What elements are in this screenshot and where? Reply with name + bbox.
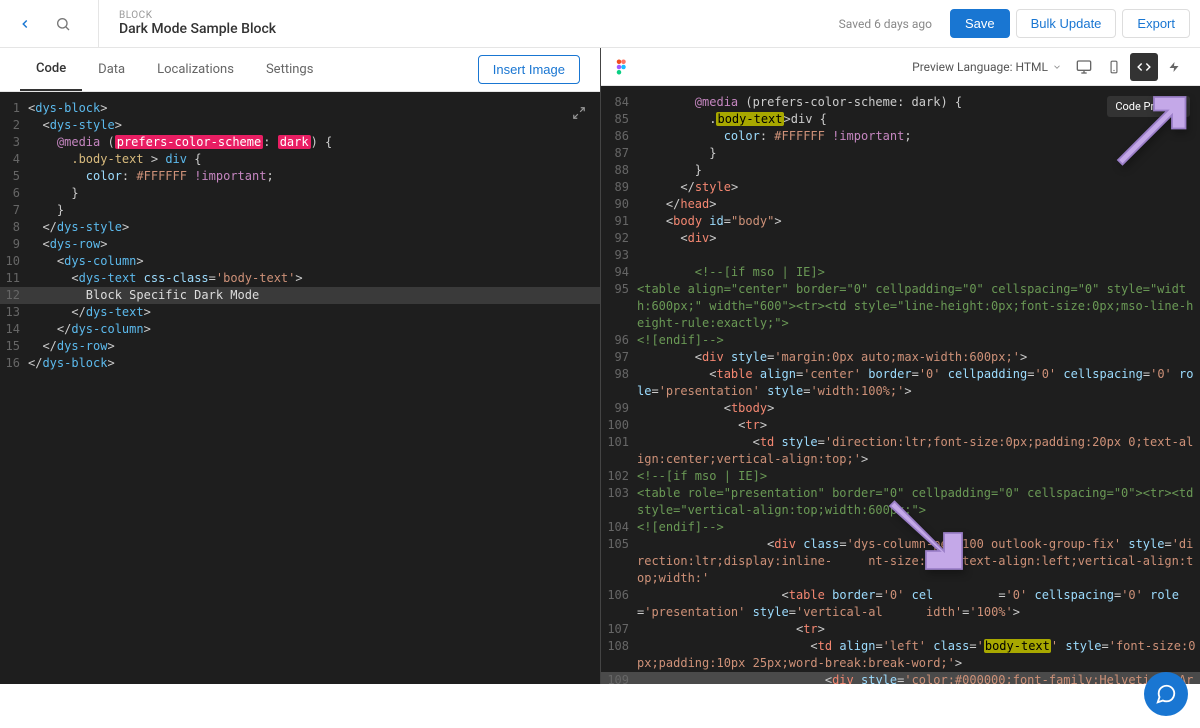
- meta-label: BLOCK: [119, 10, 276, 21]
- code-line[interactable]: 89 </style>: [601, 179, 1200, 196]
- mobile-preview-icon[interactable]: [1100, 53, 1128, 81]
- code-line[interactable]: 1<dys-block>: [0, 100, 600, 117]
- tab-code[interactable]: Code: [20, 48, 82, 91]
- code-line[interactable]: 98 <table align='center' border='0' cell…: [601, 366, 1200, 400]
- header: BLOCK Dark Mode Sample Block Saved 6 day…: [0, 0, 1200, 48]
- left-tabs: Code Data Localizations Settings Insert …: [0, 48, 600, 92]
- saved-text: Saved 6 days ago: [839, 17, 932, 31]
- device-icons: [1070, 53, 1188, 81]
- code-line[interactable]: 11 <dys-text css-class='body-text'>: [0, 270, 600, 287]
- tab-settings[interactable]: Settings: [250, 48, 329, 91]
- code-line[interactable]: 102<!--[if mso | IE]>: [601, 468, 1200, 485]
- main: Code Data Localizations Settings Insert …: [0, 48, 1200, 684]
- code-line[interactable]: 7 }: [0, 202, 600, 219]
- annotation-cursor-top: [1100, 88, 1190, 178]
- code-line[interactable]: 99 <tbody>: [601, 400, 1200, 417]
- code-line[interactable]: 15 </dys-row>: [0, 338, 600, 355]
- insert-image-button[interactable]: Insert Image: [478, 55, 580, 84]
- code-line[interactable]: 94 <!--[if mso | IE]>: [601, 264, 1200, 281]
- tab-data[interactable]: Data: [82, 48, 141, 91]
- back-button[interactable]: [10, 9, 40, 39]
- tab-localizations[interactable]: Localizations: [141, 48, 250, 91]
- figma-icon[interactable]: [613, 58, 631, 76]
- code-line[interactable]: 4 .body-text > div {: [0, 151, 600, 168]
- left-panel: Code Data Localizations Settings Insert …: [0, 48, 600, 684]
- code-line[interactable]: 13 </dys-text>: [0, 304, 600, 321]
- preview-language-label: Preview Language: HTML: [912, 60, 1048, 74]
- code-line[interactable]: 95<table align="center" border="0" cellp…: [601, 281, 1200, 332]
- code-line[interactable]: 10 <dys-column>: [0, 253, 600, 270]
- expand-icon[interactable]: [572, 106, 586, 124]
- code-line[interactable]: 90 </head>: [601, 196, 1200, 213]
- desktop-preview-icon[interactable]: [1070, 53, 1098, 81]
- preview-language-select[interactable]: Preview Language: HTML: [912, 60, 1062, 74]
- title-area: BLOCK Dark Mode Sample Block: [98, 0, 276, 47]
- code-line[interactable]: 109 <div style='color:#000000;font-famil…: [601, 672, 1200, 684]
- save-button[interactable]: Save: [950, 9, 1010, 38]
- code-line[interactable]: 107 <tr>: [601, 621, 1200, 638]
- block-title: Dark Mode Sample Block: [119, 21, 276, 37]
- code-line[interactable]: 2 <dys-style>: [0, 117, 600, 134]
- chat-bubble[interactable]: [1144, 672, 1188, 716]
- code-line[interactable]: 100 <tr>: [601, 417, 1200, 434]
- code-line[interactable]: 3 @media (prefers-color-scheme: dark) {: [0, 134, 600, 151]
- export-button[interactable]: Export: [1122, 9, 1190, 38]
- code-line[interactable]: 5 color: #FFFFFF !important;: [0, 168, 600, 185]
- search-button[interactable]: [48, 9, 78, 39]
- code-line[interactable]: 108 <td align='left' class='body-text' s…: [601, 638, 1200, 672]
- code-line[interactable]: 97 <div style='margin:0px auto;max-width…: [601, 349, 1200, 366]
- code-line[interactable]: 92 <div>: [601, 230, 1200, 247]
- code-line[interactable]: 8 </dys-style>: [0, 219, 600, 236]
- chevron-down-icon: [1052, 62, 1062, 72]
- right-panel: Preview Language: HTML Code Preview 84: [600, 48, 1200, 684]
- right-toolbar: Preview Language: HTML: [601, 48, 1200, 86]
- code-line[interactable]: 93: [601, 247, 1200, 264]
- left-code-editor[interactable]: 1<dys-block>2 <dys-style>3 @media (prefe…: [0, 92, 600, 372]
- annotation-cursor-bottom: [881, 488, 971, 578]
- lightning-icon[interactable]: [1160, 53, 1188, 81]
- code-line[interactable]: 16</dys-block>: [0, 355, 600, 372]
- code-line[interactable]: 91 <body id="body">: [601, 213, 1200, 230]
- code-line[interactable]: 6 }: [0, 185, 600, 202]
- code-line[interactable]: 106 <table border='0' cel ='0' cellspaci…: [601, 587, 1200, 621]
- bulk-update-button[interactable]: Bulk Update: [1016, 9, 1117, 38]
- code-line[interactable]: 14 </dys-column>: [0, 321, 600, 338]
- code-line[interactable]: 96<![endif]-->: [601, 332, 1200, 349]
- code-line[interactable]: 101 <td style='direction:ltr;font-size:0…: [601, 434, 1200, 468]
- code-line[interactable]: 9 <dys-row>: [0, 236, 600, 253]
- code-preview-icon[interactable]: [1130, 53, 1158, 81]
- code-line[interactable]: 12 Block Specific Dark Mode: [0, 287, 600, 304]
